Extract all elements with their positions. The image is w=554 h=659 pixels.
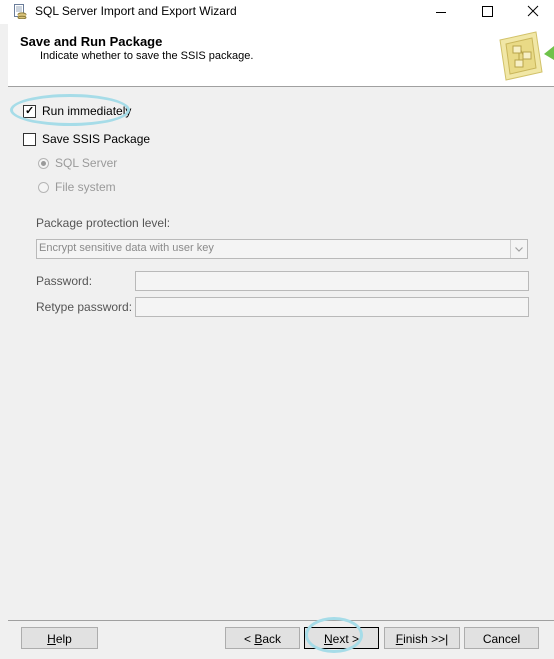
minimize-button[interactable] xyxy=(418,0,464,24)
finish-button[interactable]: Finish >>| xyxy=(384,627,460,649)
password-field[interactable] xyxy=(135,271,529,291)
dropdown-arrow-button[interactable] xyxy=(510,240,527,258)
save-ssis-package-box[interactable] xyxy=(23,132,36,146)
cancel-button[interactable]: Cancel xyxy=(464,627,539,649)
protection-level-value: Encrypt sensitive data with user key xyxy=(39,242,214,254)
save-ssis-package-label: Save SSIS Package xyxy=(42,132,151,146)
run-immediately-checkbox[interactable]: ✓ Run immediately xyxy=(23,104,131,118)
wizard-header-graphic xyxy=(499,31,554,81)
close-icon xyxy=(527,5,539,17)
dropdown-arrow-icon xyxy=(515,247,523,252)
title-bar: SQL Server Import and Export Wizard xyxy=(0,0,554,24)
sql-server-radio-circle[interactable] xyxy=(38,157,49,169)
file-system-radio-circle[interactable] xyxy=(38,181,49,193)
app-icon xyxy=(14,4,27,19)
checkmark-icon: ✓ xyxy=(25,104,35,117)
bottom-separator xyxy=(8,620,554,621)
protection-level-label: Package protection level: xyxy=(36,216,171,230)
maximize-icon xyxy=(482,6,493,17)
wizard-window: SQL Server Import and Export Wizard Save… xyxy=(0,0,554,659)
password-label: Password: xyxy=(36,274,93,288)
help-button[interactable]: Help xyxy=(21,627,98,649)
file-system-radio[interactable]: File system xyxy=(38,180,116,194)
retype-password-field[interactable] xyxy=(135,297,529,317)
sql-server-radio-label: SQL Server xyxy=(55,156,118,170)
protection-level-dropdown[interactable]: Encrypt sensitive data with user key xyxy=(36,239,528,259)
close-button[interactable] xyxy=(510,0,554,24)
maximize-button[interactable] xyxy=(464,0,510,24)
page-title: Save and Run Package xyxy=(20,34,163,49)
back-button[interactable]: < Back xyxy=(225,627,300,649)
window-title: SQL Server Import and Export Wizard xyxy=(35,4,237,18)
retype-password-label: Retype password: xyxy=(36,300,133,314)
save-ssis-package-checkbox[interactable]: Save SSIS Package xyxy=(23,132,150,146)
page-subtitle: Indicate whether to save the SSIS packag… xyxy=(40,50,254,62)
sql-server-radio[interactable]: SQL Server xyxy=(38,156,117,170)
next-button[interactable]: Next > xyxy=(304,627,379,649)
minimize-icon xyxy=(436,12,446,13)
wizard-header: Save and Run Package Indicate whether to… xyxy=(8,24,554,87)
run-immediately-box[interactable]: ✓ xyxy=(23,104,36,118)
file-system-radio-label: File system xyxy=(55,180,116,194)
run-immediately-label: Run immediately xyxy=(42,104,132,118)
